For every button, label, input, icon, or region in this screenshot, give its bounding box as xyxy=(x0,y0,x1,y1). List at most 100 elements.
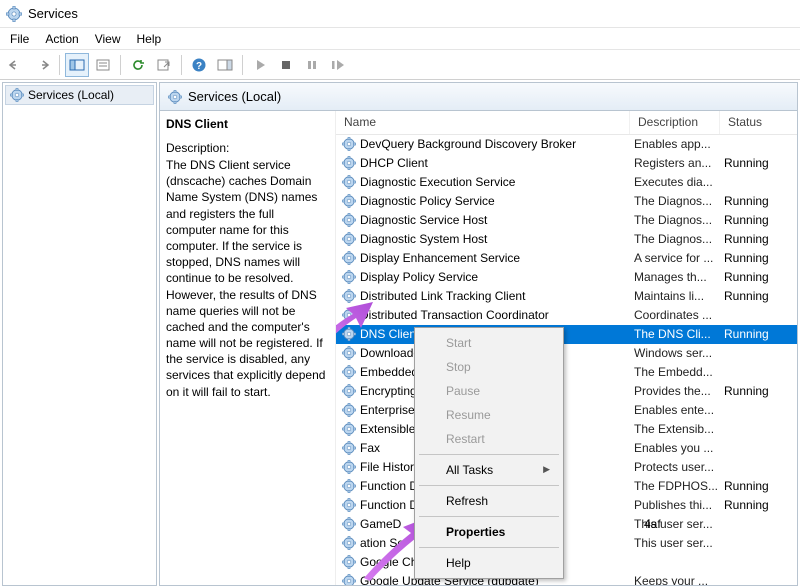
gear-icon xyxy=(342,194,356,208)
gear-icon xyxy=(342,289,356,303)
service-name-cell: Diagnostic Service Host xyxy=(360,213,487,227)
menu-view[interactable]: View xyxy=(87,30,129,48)
show-hide-tree-button[interactable] xyxy=(65,53,89,77)
context-item-resume: Resume xyxy=(418,403,560,427)
help-button[interactable]: ? xyxy=(187,53,211,77)
console-tree[interactable]: Services (Local) xyxy=(2,82,157,586)
tree-item-services-local[interactable]: Services (Local) xyxy=(5,85,154,105)
service-name-cell: Diagnostic Policy Service xyxy=(360,194,495,208)
table-row[interactable]: Function DiscoPublishes thi...Running xyxy=(336,496,797,515)
table-row[interactable]: Extensible AuthThe Extensib... xyxy=(336,420,797,439)
menu-bar: File Action View Help xyxy=(0,28,800,50)
service-desc-cell: The DNS Cli... xyxy=(630,327,720,341)
context-separator xyxy=(419,516,559,517)
service-name-cell: DNS Client xyxy=(360,327,419,341)
properties-button[interactable] xyxy=(91,53,115,77)
service-desc-cell: The Extensib... xyxy=(630,422,720,436)
details-header: Services (Local) xyxy=(160,83,797,111)
service-status-cell: Running xyxy=(720,213,792,227)
context-item-all-tasks[interactable]: All Tasks▶ xyxy=(418,458,560,482)
table-row[interactable]: File History SerProtects user... xyxy=(336,458,797,477)
table-row[interactable]: Distributed Transaction CoordinatorCoord… xyxy=(336,306,797,325)
service-desc-cell: Manages th... xyxy=(630,270,720,284)
service-name-cell: Distributed Link Tracking Client xyxy=(360,289,525,303)
menu-file[interactable]: File xyxy=(2,30,37,48)
action-pane-button[interactable] xyxy=(213,53,237,77)
back-button[interactable] xyxy=(4,53,28,77)
toolbar-separator xyxy=(120,55,121,75)
service-desc-cell: The Diagnos... xyxy=(630,213,720,227)
gear-icon xyxy=(6,6,22,22)
column-header-status[interactable]: Status xyxy=(720,111,792,134)
stop-service-button[interactable] xyxy=(274,53,298,77)
context-item-pause: Pause xyxy=(418,379,560,403)
service-desc-cell: The FDPHOS... xyxy=(630,479,720,493)
column-header-name[interactable]: Name xyxy=(336,111,630,134)
svg-text:?: ? xyxy=(196,61,202,72)
service-status-cell: Running xyxy=(720,479,792,493)
refresh-button[interactable] xyxy=(126,53,150,77)
service-desc-cell: Provides the... xyxy=(630,384,720,398)
service-desc-cell: Keeps your ... xyxy=(630,574,720,585)
context-item-properties[interactable]: Properties xyxy=(418,520,560,544)
column-header-description[interactable]: Description xyxy=(630,111,720,134)
table-row[interactable]: Distributed Link Tracking Client Maintain… xyxy=(336,287,797,306)
restart-service-button[interactable] xyxy=(326,53,350,77)
table-row[interactable]: Embedded MoThe Embedd... xyxy=(336,363,797,382)
service-desc-cell: The Embedd... xyxy=(630,365,720,379)
service-name-cell: DevQuery Background Discovery Broker xyxy=(360,137,576,151)
gear-icon xyxy=(342,232,356,246)
menu-help[interactable]: Help xyxy=(129,30,170,48)
table-row[interactable]: Function DiscoThe FDPHOS...Running xyxy=(336,477,797,496)
table-row[interactable]: Display Enhancement ServiceA service for… xyxy=(336,249,797,268)
gear-icon xyxy=(342,403,356,417)
table-row[interactable]: Diagnostic System HostThe Diagnos...Runn… xyxy=(336,230,797,249)
gear-icon xyxy=(342,270,356,284)
context-separator xyxy=(419,485,559,486)
context-item-restart: Restart xyxy=(418,427,560,451)
table-row[interactable]: Diagnostic Service Host The Diagnos...Run… xyxy=(336,211,797,230)
gear-icon xyxy=(342,384,356,398)
table-row[interactable]: Google Chrome Elevation Service xyxy=(336,553,797,572)
context-item-stop: Stop xyxy=(418,355,560,379)
menu-action[interactable]: Action xyxy=(37,30,86,48)
service-desc-cell: The Diagnos... xyxy=(630,232,720,246)
service-desc-cell: Coordinates ... xyxy=(630,308,720,322)
context-item-help[interactable]: Help xyxy=(418,551,560,575)
tree-item-label: Services (Local) xyxy=(28,88,114,102)
description-text: The DNS Client service (dnscache) caches… xyxy=(166,157,327,400)
toolbar: ? xyxy=(0,50,800,80)
service-list[interactable]: Name Description Status DevQuery Backgro… xyxy=(336,111,797,585)
export-button[interactable] xyxy=(152,53,176,77)
description-label: Description: xyxy=(166,141,327,155)
service-status-cell: Running xyxy=(720,232,792,246)
chevron-right-icon: ▶ xyxy=(543,464,550,475)
service-status-cell: Running xyxy=(720,251,792,265)
context-item-start: Start xyxy=(418,331,560,355)
table-row[interactable]: Diagnostic Policy ServiceThe Diagnos...R… xyxy=(336,192,797,211)
gear-icon xyxy=(342,422,356,436)
pause-service-button[interactable] xyxy=(300,53,324,77)
table-row[interactable]: FaxEnables you ... xyxy=(336,439,797,458)
gear-icon xyxy=(342,327,356,341)
table-row[interactable]: Google Update Service (gupdate)Keeps you… xyxy=(336,572,797,585)
context-item-refresh[interactable]: Refresh xyxy=(418,489,560,513)
gear-icon xyxy=(342,156,356,170)
table-row[interactable]: Enterprise AppEnables ente... xyxy=(336,401,797,420)
table-row[interactable]: DevQuery Background Discovery BrokerEnab… xyxy=(336,135,797,154)
table-row[interactable]: DNS ClientThe DNS Cli...Running xyxy=(336,325,797,344)
table-row[interactable]: Downloaded MWindows ser... xyxy=(336,344,797,363)
table-row[interactable]: Diagnostic Execution ServiceExecutes dia… xyxy=(336,173,797,192)
table-row[interactable]: GameD4afThis user ser... xyxy=(336,515,797,534)
forward-button[interactable] xyxy=(30,53,54,77)
table-row[interactable]: Display Policy ServiceManages th...Runni… xyxy=(336,268,797,287)
table-row[interactable]: ation SeThis user ser... xyxy=(336,534,797,553)
service-desc-cell: Enables you ... xyxy=(630,441,720,455)
gear-icon xyxy=(342,308,356,322)
table-row[interactable]: Encrypting FileProvides the...Running xyxy=(336,382,797,401)
start-service-button[interactable] xyxy=(248,53,272,77)
table-row[interactable]: DHCP ClientRegisters an...Running xyxy=(336,154,797,173)
service-desc-cell: A service for ... xyxy=(630,251,720,265)
service-desc-cell: Maintains li... xyxy=(630,289,720,303)
service-desc-cell: This user ser... xyxy=(630,536,720,550)
